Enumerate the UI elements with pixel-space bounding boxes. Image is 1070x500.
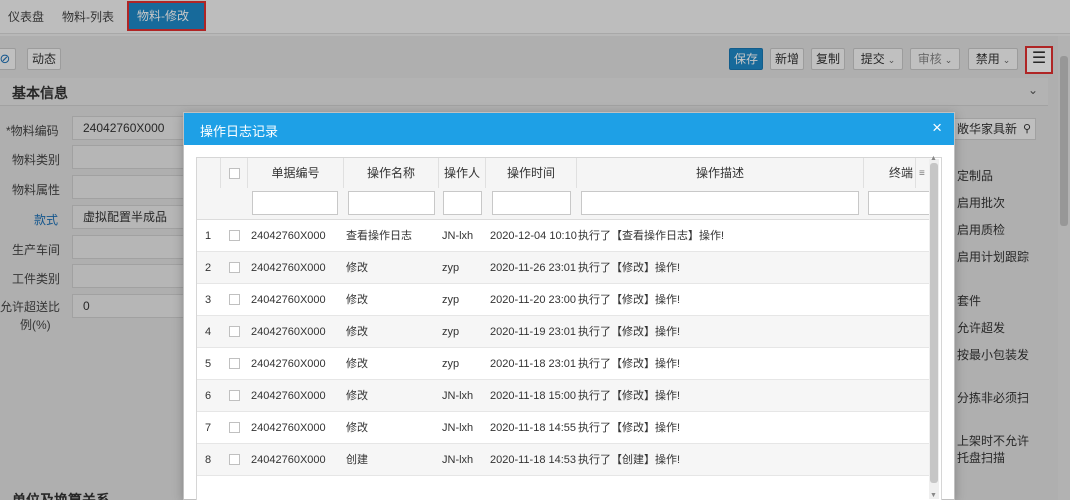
table-row[interactable]: 1 24042760X000 查看操作日志 JN-lxh 2020-12-04 10:1…: [197, 220, 931, 252]
cell-op: 查看操作日志: [346, 230, 412, 242]
cell-time: 2020-11-26 23:01: [490, 262, 577, 274]
table-row[interactable]: 7 24042760X000 修改 JN-lxh 2020-11-18 14:55 执行了…: [197, 412, 931, 444]
cell-user: zyp: [442, 294, 460, 306]
table-scrollbar[interactable]: ▲ ▼: [929, 155, 939, 499]
cell-user: JN-lxh: [442, 390, 474, 402]
cell-op: 创建: [346, 454, 368, 466]
cell-op: 修改: [346, 326, 368, 338]
cell-op: 修改: [346, 294, 368, 306]
filter-op-desc-input[interactable]: [581, 191, 859, 215]
cell-user: JN-lxh: [442, 422, 474, 434]
cell-code: 24042760X000: [251, 390, 326, 402]
cell-no: 8: [205, 454, 212, 466]
log-table: 单据编号 操作名称 操作人 操作时间 操作描述 终端 ≡ 1 24042760X0…: [196, 157, 942, 500]
cell-op: 修改: [346, 358, 368, 370]
row-checkbox[interactable]: [229, 294, 240, 305]
table-header: 单据编号 操作名称 操作人 操作时间 操作描述 终端 ≡: [197, 158, 931, 220]
cell-time: 2020-11-18 23:01: [490, 358, 577, 370]
cell-code: 24042760X000: [251, 358, 326, 370]
table-row[interactable]: 6 24042760X000 修改 JN-lxh 2020-11-18 15:00 执行了…: [197, 380, 931, 412]
filter-terminal-input[interactable]: [868, 191, 931, 215]
cell-no: 1: [205, 230, 212, 242]
scroll-down-icon[interactable]: ▼: [930, 492, 937, 499]
cell-user: JN-lxh: [442, 230, 474, 242]
cell-desc: 执行了【查看操作日志】操作!: [578, 230, 725, 242]
cell-time: 2020-11-19 23:01: [490, 326, 577, 338]
column-header-op-desc[interactable]: 操作描述: [577, 158, 864, 188]
table-row[interactable]: 2 24042760X000 修改 zyp 2020-11-26 23:01 执行了【修改…: [197, 252, 931, 284]
cell-op: 修改: [346, 390, 368, 402]
scrollbar-thumb[interactable]: [930, 163, 938, 483]
close-icon[interactable]: ×: [932, 119, 942, 137]
column-menu-icon[interactable]: ≡: [919, 168, 925, 179]
row-checkbox[interactable]: [229, 358, 240, 369]
cell-code: 24042760X000: [251, 294, 326, 306]
cell-code: 24042760X000: [251, 326, 326, 338]
cell-code: 24042760X000: [251, 262, 326, 274]
cell-time: 2020-11-18 14:53: [490, 454, 577, 466]
row-checkbox[interactable]: [229, 230, 240, 241]
cell-user: zyp: [442, 262, 460, 274]
scroll-up-icon[interactable]: ▲: [930, 155, 937, 162]
table-row[interactable]: 3 24042760X000 修改 zyp 2020-11-20 23:00 执行了【修改…: [197, 284, 931, 316]
cell-op: 修改: [346, 422, 368, 434]
cell-desc: 执行了【修改】操作!: [578, 390, 681, 402]
row-number-header: [197, 158, 221, 188]
select-all-header: [221, 158, 248, 188]
cell-no: 6: [205, 390, 212, 402]
cell-op: 修改: [346, 262, 368, 274]
filter-code-input[interactable]: [252, 191, 338, 215]
column-header-op-time[interactable]: 操作时间: [486, 158, 577, 188]
dialog-title: 操作日志记录: [200, 124, 279, 139]
cell-desc: 执行了【修改】操作!: [578, 294, 681, 306]
dialog-header: 操作日志记录 ×: [184, 113, 954, 145]
cell-no: 3: [205, 294, 212, 306]
cell-no: 2: [205, 262, 212, 274]
filter-op-time-input[interactable]: [492, 191, 571, 215]
select-all-checkbox[interactable]: [229, 168, 240, 179]
cell-no: 7: [205, 422, 212, 434]
cell-desc: 执行了【修改】操作!: [578, 262, 681, 274]
cell-time: 2020-11-18 14:55: [490, 422, 577, 434]
cell-no: 4: [205, 326, 212, 338]
cell-user: zyp: [442, 358, 460, 370]
column-header-op-name[interactable]: 操作名称: [344, 158, 439, 188]
cell-code: 24042760X000: [251, 230, 326, 242]
column-header-terminal[interactable]: 终端: [864, 158, 916, 188]
table-row[interactable]: 8 24042760X000 创建 JN-lxh 2020-11-18 14:53 执行了…: [197, 444, 931, 476]
operation-log-dialog: 操作日志记录 × 单据编号 操作名称 操作人 操作时间 操作描述 终端 ≡ 1 2…: [183, 112, 955, 500]
table-row[interactable]: 5 24042760X000 修改 zyp 2020-11-18 23:01 执行了【修改…: [197, 348, 931, 380]
cell-desc: 执行了【修改】操作!: [578, 422, 681, 434]
row-checkbox[interactable]: [229, 262, 240, 273]
column-header-code[interactable]: 单据编号: [248, 158, 344, 188]
cell-time: 2020-11-18 15:00: [490, 390, 577, 402]
cell-code: 24042760X000: [251, 454, 326, 466]
row-checkbox[interactable]: [229, 326, 240, 337]
cell-user: zyp: [442, 326, 460, 338]
table-row[interactable]: 4 24042760X000 修改 zyp 2020-11-19 23:01 执行了【修改…: [197, 316, 931, 348]
cell-code: 24042760X000: [251, 422, 326, 434]
filter-operator-input[interactable]: [443, 191, 482, 215]
cell-user: JN-lxh: [442, 454, 474, 466]
cell-time: 2020-11-20 23:00: [490, 294, 577, 306]
cell-desc: 执行了【创建】操作!: [578, 454, 681, 466]
cell-desc: 执行了【修改】操作!: [578, 358, 681, 370]
cell-desc: 执行了【修改】操作!: [578, 326, 681, 338]
column-header-operator[interactable]: 操作人: [439, 158, 486, 188]
row-checkbox[interactable]: [229, 422, 240, 433]
cell-time: 2020-12-04 10:10: [490, 230, 577, 242]
cell-no: 5: [205, 358, 212, 370]
filter-op-name-input[interactable]: [348, 191, 435, 215]
row-checkbox[interactable]: [229, 454, 240, 465]
row-checkbox[interactable]: [229, 390, 240, 401]
